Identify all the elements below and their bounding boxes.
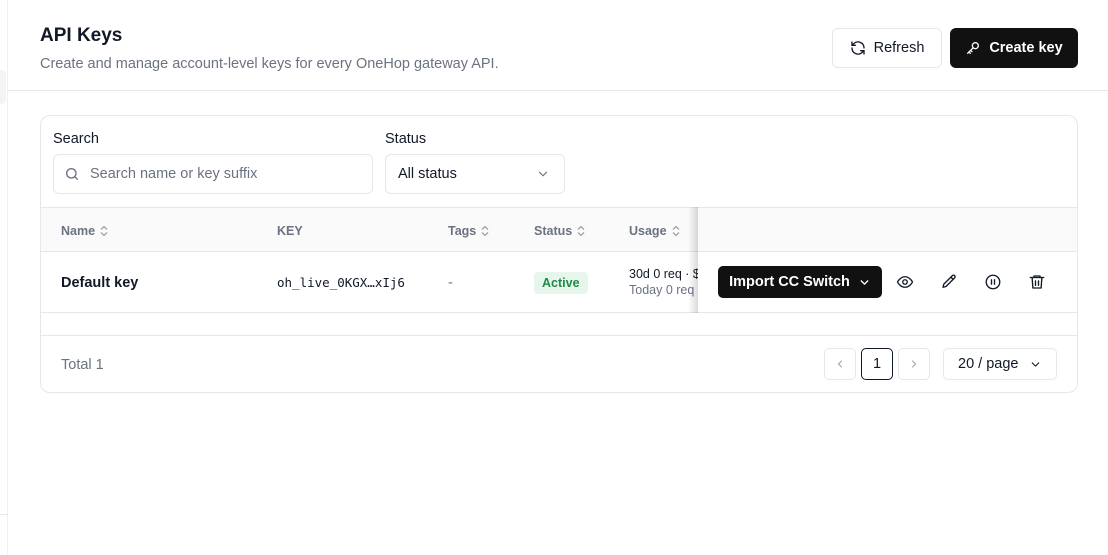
key-value: oh_live_0KGX…xIj6 — [277, 275, 405, 290]
view-key-button[interactable] — [891, 268, 919, 296]
column-header-label: Tags — [448, 223, 477, 238]
delete-key-button[interactable] — [1023, 268, 1051, 296]
total-count: Total 1 — [61, 356, 104, 373]
actions-column-header — [698, 207, 1077, 252]
page-button-1[interactable]: 1 — [861, 348, 893, 380]
page-size-select[interactable]: 20 / page — [943, 348, 1057, 380]
chevron-left-icon — [837, 360, 843, 368]
table-footer: Total 1 1 20 / page — [41, 335, 1077, 392]
status-select[interactable]: All status — [385, 154, 565, 194]
chevron-right-icon — [911, 360, 917, 368]
column-header-tags[interactable]: Tags — [448, 208, 489, 253]
pencil-icon — [942, 274, 956, 288]
search-input[interactable] — [90, 166, 350, 182]
sort-icon — [577, 225, 585, 236]
eye-icon — [896, 276, 914, 288]
refresh-button-label: Refresh — [873, 40, 925, 56]
column-header-label: KEY — [277, 223, 303, 238]
prev-page-button[interactable] — [824, 348, 856, 380]
refresh-button[interactable]: Refresh — [832, 28, 942, 68]
column-header-label: Usage — [629, 223, 667, 238]
search-field[interactable] — [53, 154, 373, 194]
page-title: API Keys — [40, 25, 123, 46]
left-rail — [0, 0, 8, 555]
key-tags: - — [448, 274, 453, 291]
sort-icon — [672, 225, 679, 236]
column-header-label: Name — [61, 223, 96, 238]
pause-icon — [985, 274, 1001, 290]
status-select-value: All status — [398, 166, 457, 182]
search-label: Search — [53, 131, 99, 147]
sort-icon — [100, 225, 108, 236]
column-header-key: KEY — [277, 208, 303, 253]
create-key-button[interactable]: Create key — [950, 28, 1078, 68]
refresh-icon — [850, 41, 865, 55]
sort-icon — [481, 225, 489, 236]
column-header-label: Status — [534, 223, 573, 238]
left-rail-nub — [0, 70, 6, 104]
page-subtitle: Create and manage account-level keys for… — [40, 56, 499, 72]
import-cc-switch-label: Import CC Switch — [729, 274, 850, 290]
search-icon — [66, 168, 78, 180]
edit-key-button[interactable] — [935, 268, 963, 296]
status-cell: Active — [534, 252, 588, 313]
page-header: API Keys Create and manage account-level… — [8, 0, 1108, 91]
key-icon — [967, 42, 980, 54]
chevron-down-icon — [860, 279, 869, 285]
pause-key-button[interactable] — [979, 268, 1007, 296]
chevron-down-icon — [538, 171, 548, 177]
trash-icon — [1029, 275, 1045, 289]
sticky-column-shadow — [688, 207, 698, 313]
api-keys-card: Search Status All status Name KEY Tags S… — [40, 115, 1078, 393]
chevron-down-icon — [1031, 361, 1040, 367]
status-badge: Active — [534, 271, 588, 294]
column-header-usage[interactable]: Usage — [629, 208, 680, 253]
key-name: Default key — [61, 274, 139, 291]
next-page-button[interactable] — [898, 348, 930, 380]
import-cc-switch-button[interactable]: Import CC Switch — [718, 266, 882, 298]
status-label: Status — [385, 131, 427, 147]
left-rail-divider — [0, 514, 8, 515]
column-header-name[interactable]: Name — [61, 208, 108, 253]
column-header-status[interactable]: Status — [534, 208, 585, 253]
page-size-value: 20 / page — [958, 356, 1019, 372]
create-key-button-label: Create key — [989, 40, 1063, 56]
